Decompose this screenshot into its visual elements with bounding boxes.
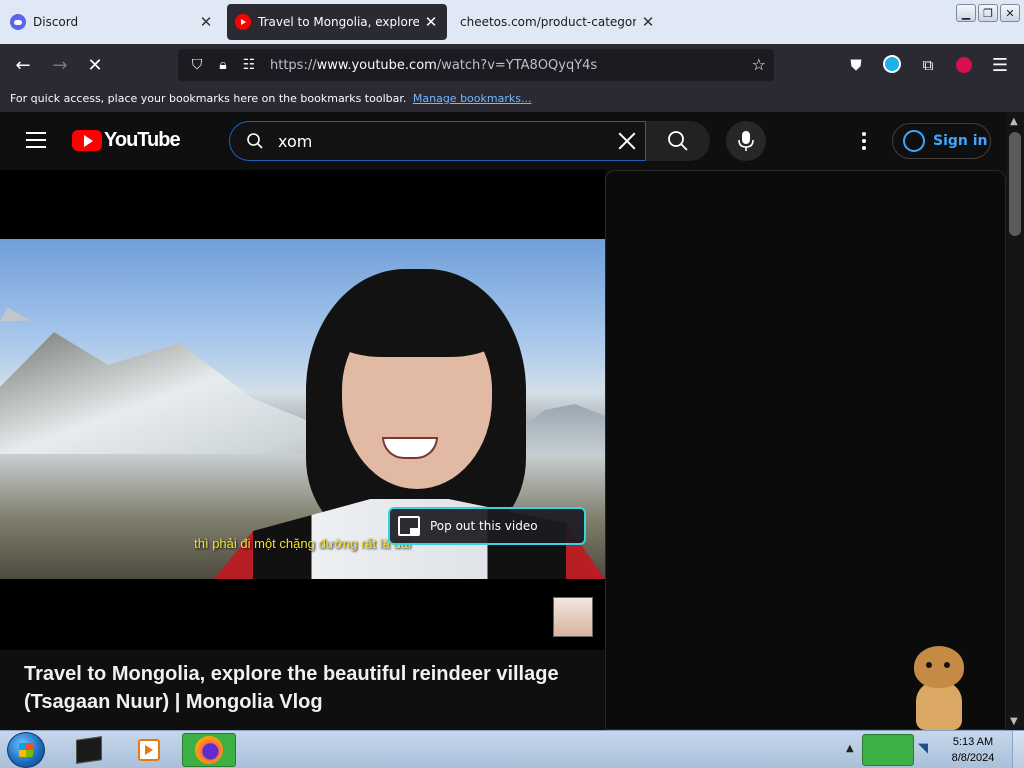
navigation-bar: ← → ✕ ⛉ 🔒︎ ☷ https://www.youtube.com/wat… bbox=[0, 44, 1024, 86]
window-controls: ▁ ❐ ✕ bbox=[956, 4, 1020, 22]
clear-search-icon[interactable] bbox=[615, 129, 639, 153]
channel-watermark-thumbnail[interactable] bbox=[553, 597, 593, 637]
stop-loading-icon[interactable]: ✕ bbox=[82, 52, 108, 78]
firefox-icon bbox=[195, 736, 223, 764]
menu-hamburger-icon[interactable]: ☰ bbox=[987, 52, 1013, 78]
url-text[interactable]: https://www.youtube.com/watch?v=YTA8OQyq… bbox=[270, 58, 597, 73]
youtube-icon bbox=[235, 14, 251, 30]
tab-title: Discord bbox=[33, 15, 79, 29]
mouse-cursor-icon bbox=[0, 307, 31, 335]
bookmarks-toolbar: For quick access, place your bookmarks h… bbox=[0, 86, 1024, 112]
close-tab-icon[interactable]: ✕ bbox=[640, 13, 656, 31]
sign-in-label: Sign in bbox=[933, 133, 988, 149]
forward-arrow-icon[interactable]: → bbox=[47, 52, 73, 78]
desktop-cat-sticker bbox=[906, 646, 972, 730]
video-frame[interactable]: thì phải đi một chặng đường rất là dài P… bbox=[0, 239, 605, 579]
close-tab-icon[interactable]: ✕ bbox=[423, 13, 439, 31]
tab-title: cheetos.com/product-category/ma bbox=[460, 15, 636, 29]
taskbar-firefox[interactable] bbox=[182, 733, 236, 767]
account-avatar-icon[interactable] bbox=[879, 51, 905, 77]
pop-out-label: Pop out this video bbox=[430, 519, 538, 533]
address-bar[interactable]: ⛉ 🔒︎ ☷ https://www.youtube.com/watch?v=Y… bbox=[178, 49, 774, 81]
manage-bookmarks-link[interactable]: Manage bookmarks... bbox=[413, 92, 532, 105]
network-icon[interactable]: ◥ bbox=[918, 741, 932, 757]
taskbar: ▲ ◥ 5:13 AM 8/8/2024 bbox=[0, 730, 1024, 768]
picture-in-picture-icon bbox=[398, 516, 420, 536]
youtube-header: YouTube xom Sign in bbox=[0, 112, 1006, 170]
system-clock[interactable]: 5:13 AM 8/8/2024 bbox=[940, 734, 1006, 766]
pocket-icon[interactable]: ⛊ bbox=[843, 52, 869, 78]
bookmark-star-icon[interactable]: ☆ bbox=[752, 55, 766, 74]
youtube-wordmark: YouTube bbox=[104, 129, 181, 151]
scroll-down-icon[interactable]: ▼ bbox=[1010, 716, 1020, 727]
scrollbar-thumb[interactable] bbox=[1009, 132, 1021, 236]
close-tab-icon[interactable]: ✕ bbox=[198, 13, 214, 31]
bookmarks-hint: For quick access, place your bookmarks h… bbox=[10, 92, 407, 105]
search-input[interactable]: xom bbox=[229, 121, 646, 161]
url-path: /watch?v=YTA8OQyqY4s bbox=[436, 57, 598, 73]
screen: Discord ✕ Travel to Mongolia, explore th… bbox=[0, 0, 1024, 768]
video-title: Travel to Mongolia, explore the beautifu… bbox=[24, 663, 559, 713]
tab-title: Travel to Mongolia, explore the beautifu… bbox=[258, 15, 419, 29]
back-arrow-icon[interactable]: ← bbox=[10, 52, 36, 78]
close-window-button[interactable]: ✕ bbox=[1000, 4, 1020, 22]
show-hidden-icons-icon[interactable]: ▲ bbox=[846, 743, 854, 754]
taskbar-media-player[interactable] bbox=[122, 733, 176, 767]
page-scrollbar[interactable]: ▲ ▼ bbox=[1006, 112, 1024, 730]
youtube-play-logo-icon bbox=[72, 130, 102, 151]
minimize-button[interactable]: ▁ bbox=[956, 4, 976, 22]
user-avatar-icon bbox=[903, 130, 925, 152]
tab-cheetos[interactable]: cheetos.com/product-category/ma ✕ bbox=[452, 4, 664, 40]
extension-drop-icon[interactable] bbox=[951, 52, 977, 78]
search-icon bbox=[247, 133, 263, 149]
url-host: www.youtube.com bbox=[316, 57, 437, 73]
start-button[interactable] bbox=[7, 732, 45, 768]
search-icon bbox=[668, 131, 688, 151]
pop-out-video-button[interactable]: Pop out this video bbox=[388, 507, 586, 545]
search-query[interactable]: xom bbox=[278, 132, 615, 151]
show-desktop-button[interactable] bbox=[1012, 731, 1024, 768]
microphone-icon bbox=[738, 131, 754, 151]
taskbar-app-1[interactable] bbox=[62, 733, 116, 767]
sign-in-button[interactable]: Sign in bbox=[892, 123, 991, 159]
shield-icon[interactable]: ⛉ bbox=[186, 57, 208, 73]
clock-date: 8/8/2024 bbox=[951, 752, 995, 764]
youtube-logo[interactable]: YouTube bbox=[72, 129, 181, 152]
video-player[interactable]: thì phải đi một chặng đường rất là dài P… bbox=[0, 170, 605, 650]
tab-discord[interactable]: Discord ✕ bbox=[6, 4, 218, 40]
scroll-up-icon[interactable]: ▲ bbox=[1010, 116, 1020, 127]
tab-youtube-video[interactable]: Travel to Mongolia, explore the beautifu… bbox=[227, 4, 447, 40]
tray-app-icon[interactable] bbox=[862, 734, 914, 766]
guide-menu-icon[interactable] bbox=[26, 132, 46, 148]
media-player-icon bbox=[138, 739, 160, 761]
browser-tab-strip: Discord ✕ Travel to Mongolia, explore th… bbox=[0, 0, 1024, 44]
url-scheme: https:// bbox=[270, 57, 317, 73]
search-button[interactable] bbox=[646, 121, 710, 161]
voice-search-button[interactable] bbox=[726, 121, 766, 161]
permissions-icon[interactable]: ☷ bbox=[238, 57, 260, 73]
restore-button[interactable]: ❐ bbox=[978, 4, 998, 22]
app-window-icon bbox=[76, 736, 102, 764]
discord-icon bbox=[10, 14, 26, 30]
extensions-icon[interactable]: ⧉ bbox=[915, 52, 941, 78]
lock-icon[interactable]: 🔒︎ bbox=[212, 57, 234, 73]
clock-time: 5:13 AM bbox=[952, 736, 994, 748]
more-options-icon[interactable] bbox=[856, 132, 872, 150]
